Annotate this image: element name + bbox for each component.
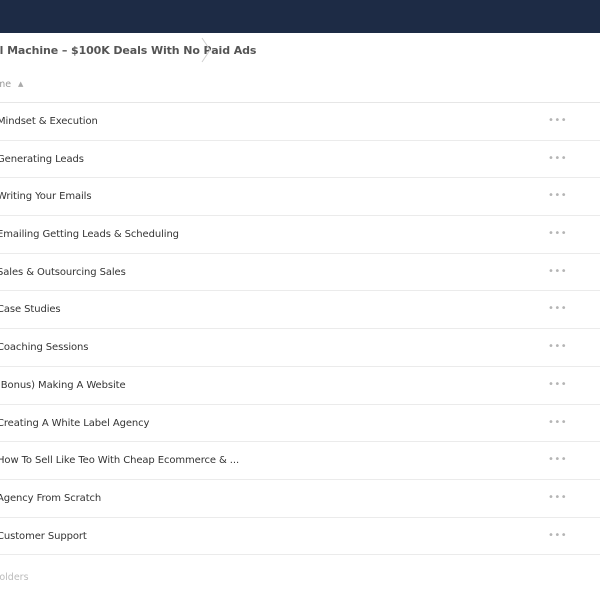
folder-row[interactable]: Creating A White Label Agency ••• (0, 405, 600, 443)
top-navigation-bar (0, 0, 600, 33)
folder-name[interactable]: Creating A White Label Agency (0, 418, 149, 429)
folder-name[interactable]: Customer Support (0, 531, 87, 542)
folder-row[interactable]: How To Sell Like Teo With Cheap Ecommerc… (0, 442, 600, 480)
more-options-icon[interactable]: ••• (548, 190, 567, 201)
folder-row[interactable]: (Bonus) Making A Website ••• (0, 367, 600, 405)
sort-ascending-icon[interactable]: ▲ (18, 80, 23, 88)
list-header: me ▲ (0, 67, 600, 103)
folder-row[interactable]: Coaching Sessions ••• (0, 329, 600, 367)
sort-by-name-button[interactable]: me (0, 79, 11, 90)
more-options-icon[interactable]: ••• (548, 492, 567, 503)
folder-row[interactable]: Mindset & Execution ••• (0, 103, 600, 141)
more-options-icon[interactable]: ••• (548, 266, 567, 277)
folder-name[interactable]: Sales & Outsourcing Sales (0, 267, 126, 278)
folder-name[interactable]: Coaching Sessions (0, 342, 88, 353)
folder-name[interactable]: Mindset & Execution (0, 116, 98, 127)
folder-row[interactable]: Sales & Outsourcing Sales ••• (0, 254, 600, 292)
folder-name[interactable]: Agency From Scratch (0, 493, 101, 504)
more-options-icon[interactable]: ••• (548, 228, 567, 239)
folder-row[interactable]: Customer Support ••• (0, 518, 600, 556)
folder-row[interactable]: Case Studies ••• (0, 291, 600, 330)
more-options-icon[interactable]: ••• (548, 379, 567, 390)
folder-count-summary: folders (0, 572, 29, 583)
folder-name[interactable]: Emailing Getting Leads & Scheduling (0, 229, 179, 240)
folder-name[interactable]: How To Sell Like Teo With Cheap Ecommerc… (0, 455, 239, 466)
more-options-icon[interactable]: ••• (548, 153, 567, 164)
folder-list: Mindset & Execution ••• Generating Leads… (0, 103, 600, 556)
folder-row[interactable]: Generating Leads ••• (0, 141, 600, 179)
folder-row[interactable]: Agency From Scratch ••• (0, 480, 600, 518)
more-options-icon[interactable]: ••• (548, 303, 567, 314)
chevron-right-icon (201, 37, 211, 63)
breadcrumb-current-folder[interactable]: il Machine – $100K Deals With No Paid Ad… (0, 44, 256, 57)
more-options-icon[interactable]: ••• (548, 115, 567, 126)
more-options-icon[interactable]: ••• (548, 417, 567, 428)
more-options-icon[interactable]: ••• (548, 454, 567, 465)
folder-row[interactable]: Emailing Getting Leads & Scheduling ••• (0, 216, 600, 254)
more-options-icon[interactable]: ••• (548, 341, 567, 352)
folder-name[interactable]: Writing Your Emails (0, 191, 92, 202)
breadcrumb: il Machine – $100K Deals With No Paid Ad… (0, 33, 600, 67)
folder-row[interactable]: Writing Your Emails ••• (0, 178, 600, 217)
folder-name[interactable]: Case Studies (0, 304, 61, 315)
folder-name[interactable]: Generating Leads (0, 154, 84, 165)
more-options-icon[interactable]: ••• (548, 530, 567, 541)
folder-name[interactable]: (Bonus) Making A Website (0, 380, 126, 391)
